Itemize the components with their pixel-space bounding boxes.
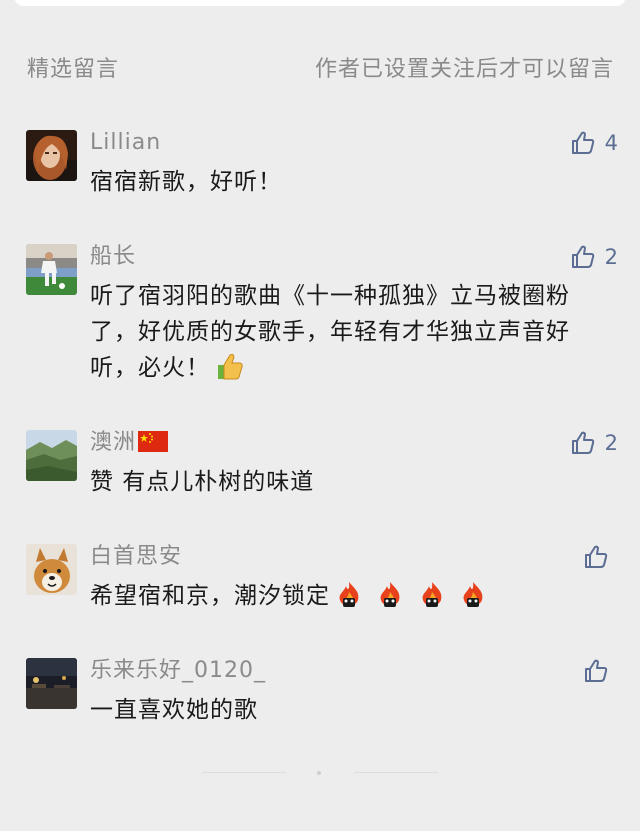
avatar[interactable] <box>26 544 77 595</box>
end-of-list-divider <box>0 771 640 775</box>
comment-item: 乐来乐好_0120_ 一直喜欢她的歌 <box>26 656 618 723</box>
avatar[interactable] <box>26 130 77 181</box>
thumbs-up-outline-icon <box>570 430 596 456</box>
comment-text: 一直喜欢她的歌 <box>90 697 258 723</box>
flame-emoji-icon <box>458 580 488 621</box>
comment-text: 听了宿羽阳的歌曲《十一种孤独》立马被圈粉了，好优质的女歌手，年轻有才华独立声音好… <box>90 283 570 381</box>
like-count: 2 <box>604 431 618 455</box>
divider-line <box>202 772 286 773</box>
comment-nickname[interactable]: 澳洲 <box>90 428 169 461</box>
divider-line <box>354 772 438 773</box>
avatar[interactable] <box>26 244 77 295</box>
flame-emoji-icon <box>375 580 405 621</box>
flame-emoji-icon <box>417 580 447 621</box>
comment-nickname[interactable]: 船长 <box>90 242 136 272</box>
avatar[interactable] <box>26 430 77 481</box>
like-button[interactable]: 2 <box>570 428 618 458</box>
flame-emoji-icon <box>334 580 364 621</box>
comment-item: 澳洲 2 赞 有点儿朴树的味道 <box>26 428 618 495</box>
like-button[interactable] <box>583 542 618 572</box>
thumbs-up-emoji-icon <box>214 351 244 392</box>
comment-permission-note: 作者已设置关注后才可以留言 <box>314 57 614 82</box>
like-button[interactable] <box>583 656 618 686</box>
comment-item: 白首思安 希望宿和京，潮汐锁定 <box>26 542 618 609</box>
comment-item: 船长 2 听了宿羽阳的歌曲《十一种孤独》立马被圈粉了，好优质的女歌手，年轻有才华… <box>26 244 618 384</box>
emoji-group <box>334 580 491 621</box>
thumbs-up-outline-icon <box>583 544 609 570</box>
like-button[interactable]: 4 <box>570 128 618 158</box>
avatar[interactable] <box>26 658 77 709</box>
comment-text: 希望宿和京，潮汐锁定 <box>90 583 330 609</box>
comment-text-block: 听了宿羽阳的歌曲《十一种孤独》立马被圈粉了，好优质的女歌手，年轻有才华独立声音好… <box>90 278 612 392</box>
like-count: 2 <box>604 245 618 269</box>
thumbs-up-outline-icon <box>583 658 609 684</box>
comment-nickname[interactable]: Lillian <box>90 128 161 158</box>
like-button[interactable]: 2 <box>570 242 618 272</box>
comment-nickname[interactable]: 乐来乐好_0120_ <box>90 656 266 686</box>
china-flag-icon <box>138 431 169 461</box>
divider-dot <box>317 771 321 775</box>
featured-comments-title: 精选留言 <box>27 57 120 82</box>
thumbs-up-outline-icon <box>570 244 596 270</box>
like-count: 4 <box>604 131 618 155</box>
comment-text-block: 希望宿和京，潮汐锁定 <box>90 578 612 621</box>
thumbs-up-outline-icon <box>570 130 596 156</box>
comment-text: 宿宿新歌，好听！ <box>90 169 282 195</box>
comment-text: 赞 有点儿朴树的味道 <box>90 469 315 495</box>
comment-nickname[interactable]: 白首思安 <box>90 542 182 572</box>
nickname-label: 澳洲 <box>90 430 137 455</box>
comments-header: 精选留言 作者已设置关注后才可以留言 <box>27 52 614 82</box>
comment-item: Lillian 4 宿宿新歌，好听！ <box>26 128 618 195</box>
previous-section-card <box>14 0 626 6</box>
